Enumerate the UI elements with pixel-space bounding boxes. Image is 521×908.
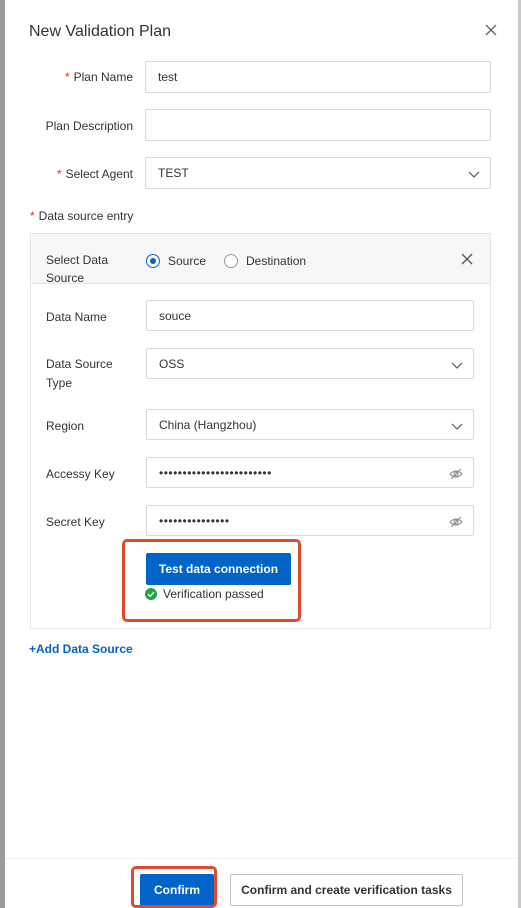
close-icon[interactable] xyxy=(483,22,499,38)
region-value: China (Hangzhou) xyxy=(159,417,257,432)
radio-destination[interactable]: Destination xyxy=(224,254,306,268)
chevron-down-icon xyxy=(468,171,480,178)
access-key-label: Accessy Key xyxy=(46,467,115,481)
secret-key-label: Secret Key xyxy=(46,515,105,529)
select-agent-label: * Select Agent xyxy=(56,167,133,181)
dialog-title: New Validation Plan xyxy=(29,23,172,40)
plan-name-label: * Plan Name xyxy=(64,70,133,84)
data-source-header: Select Data Source Source Destination xyxy=(31,234,490,285)
eye-hidden-icon[interactable] xyxy=(449,468,463,480)
secret-key-input[interactable]: ••••••••••••••• xyxy=(146,505,474,536)
footer-divider xyxy=(5,858,518,859)
eye-hidden-icon[interactable] xyxy=(449,516,463,528)
required-mark: * xyxy=(56,167,62,181)
confirm-create-tasks-button[interactable]: Confirm and create verification tasks xyxy=(230,874,463,906)
radio-unchecked-icon xyxy=(224,254,238,268)
data-source-type-label: Data Source Type xyxy=(46,357,113,390)
data-source-type-dropdown[interactable]: OSS xyxy=(146,348,474,379)
chevron-down-icon xyxy=(451,423,463,430)
validation-plan-dialog: New Validation Plan * Plan Name test Plan… xyxy=(5,0,518,908)
plan-name-value: test xyxy=(158,70,178,84)
plan-description-label: Plan Description xyxy=(45,119,133,133)
add-data-source-link[interactable]: +Add Data Source xyxy=(29,642,133,656)
remove-data-source-icon[interactable] xyxy=(461,253,473,265)
data-name-value: souce xyxy=(159,308,192,323)
data-source-entry-label: * Data source entry xyxy=(30,209,134,223)
required-mark: * xyxy=(30,209,35,223)
data-name-input[interactable]: souce xyxy=(146,300,474,331)
select-agent-value: TEST xyxy=(158,166,189,180)
access-key-value: •••••••••••••••••••••••• xyxy=(159,465,272,480)
highlight-annotation xyxy=(122,539,301,622)
region-label: Region xyxy=(46,419,85,433)
data-name-label: Data Name xyxy=(46,310,107,324)
radio-checked-icon xyxy=(146,254,160,268)
secret-key-value: ••••••••••••••• xyxy=(159,513,230,528)
data-source-type-value: OSS xyxy=(159,356,185,371)
plan-description-input[interactable] xyxy=(145,109,491,141)
radio-source[interactable]: Source xyxy=(146,254,206,268)
select-agent-dropdown[interactable]: TEST xyxy=(145,157,491,189)
required-mark: * xyxy=(64,70,70,84)
region-dropdown[interactable]: China (Hangzhou) xyxy=(146,409,474,440)
chevron-down-icon xyxy=(451,362,463,369)
select-data-source-label: Select Data Source xyxy=(46,253,109,285)
radio-destination-label: Destination xyxy=(246,254,307,268)
highlight-annotation xyxy=(131,866,217,908)
radio-source-label: Source xyxy=(168,254,207,268)
access-key-input[interactable]: •••••••••••••••••••••••• xyxy=(146,457,474,488)
plan-name-input[interactable]: test xyxy=(145,61,491,93)
